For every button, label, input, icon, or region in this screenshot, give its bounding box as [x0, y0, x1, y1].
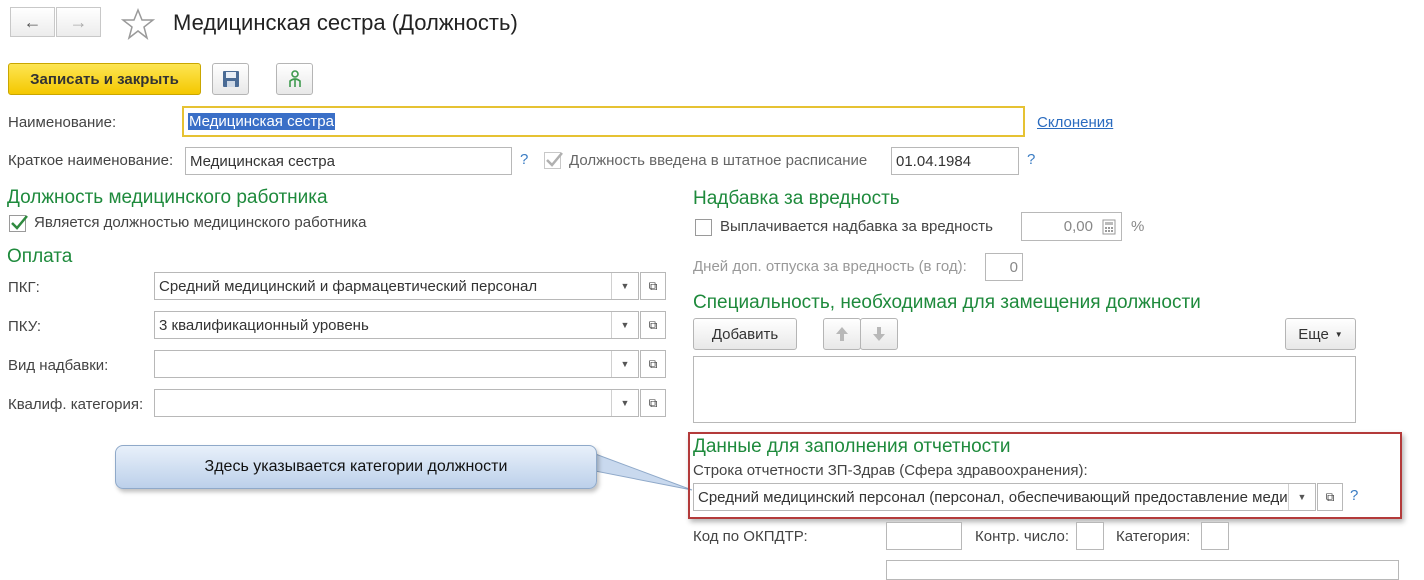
hazard-checkbox[interactable]: [695, 219, 712, 236]
back-button[interactable]: ←: [10, 7, 55, 37]
hazard-days-label: Дней доп. отпуска за вредность (в год):: [693, 258, 967, 275]
checkmark-icon: [546, 152, 563, 167]
pku-label: ПКУ:: [8, 318, 42, 335]
staff-schedule-label: Должность введена в штатное расписание: [569, 152, 868, 169]
report-help-icon[interactable]: ?: [1350, 487, 1358, 504]
open-window-icon: ⧉: [648, 395, 658, 410]
open-window-icon: ⧉: [648, 278, 658, 293]
dropdown-arrow-icon[interactable]: ▼: [611, 312, 638, 338]
dropdown-arrow-icon[interactable]: ▼: [1288, 484, 1315, 510]
arrow-down-icon: [873, 327, 885, 341]
allowance-type-open-button[interactable]: ⧉: [640, 350, 666, 378]
page-title: Медицинская сестра (Должность): [173, 10, 518, 35]
structure-icon: [288, 70, 301, 87]
dropdown-arrow-icon: ▼: [1334, 329, 1343, 339]
more-label: Еще: [1298, 325, 1329, 343]
control-number-label: Контр. число:: [975, 528, 1070, 545]
move-down-button[interactable]: [860, 318, 898, 350]
short-name-label: Краткое наименование:: [8, 152, 174, 169]
name-input[interactable]: Медицинская сестра: [182, 106, 1025, 137]
percent-label: %: [1131, 218, 1145, 235]
dropdown-arrow-icon[interactable]: ▼: [611, 351, 638, 377]
medical-heading: Должность медицинского работника: [7, 187, 328, 208]
category-input[interactable]: [1201, 522, 1229, 550]
save-and-close-button[interactable]: Записать и закрыть: [8, 63, 201, 95]
pku-open-button[interactable]: ⧉: [640, 311, 666, 339]
callout-text: Здесь указывается категории должности: [204, 458, 508, 475]
category-label: Категория:: [1116, 528, 1191, 545]
name-label: Наименование:: [8, 114, 117, 131]
pkg-label: ПКГ:: [8, 279, 40, 296]
arrow-left-icon: ←: [23, 11, 42, 32]
allowance-type-label: Вид надбавки:: [8, 357, 109, 374]
floppy-icon: [222, 71, 239, 87]
control-number-input[interactable]: [1076, 522, 1104, 550]
report-row-label: Строка отчетности ЗП-Здрав (Сфера здраво…: [693, 462, 1088, 479]
report-row-value: Средний медицинский персонал (персонал, …: [698, 488, 1288, 506]
callout-pointer: [589, 451, 693, 491]
open-window-icon: ⧉: [648, 356, 658, 371]
qual-category-label: Квалиф. категория:: [8, 396, 144, 413]
pkg-value: Средний медицинский и фармацевтический п…: [159, 277, 538, 295]
qual-category-open-button[interactable]: ⧉: [640, 389, 666, 417]
allowance-type-select[interactable]: ▼: [154, 350, 639, 378]
staff-schedule-date-input[interactable]: 01.04.1984: [891, 147, 1019, 175]
okpdtr-label: Код по ОКПДТР:: [693, 528, 808, 545]
declensions-link[interactable]: Склонения: [1037, 114, 1113, 131]
specialty-heading: Специальность, необходимая для замещения…: [693, 292, 1201, 313]
checkmark-icon: [11, 215, 28, 230]
specialty-table[interactable]: [693, 356, 1356, 423]
report-row-select[interactable]: Средний медицинский персонал (персонал, …: [693, 483, 1316, 511]
medical-worker-label: Является должностью медицинского работни…: [34, 214, 367, 231]
open-window-icon: ⧉: [648, 317, 658, 332]
arrow-up-icon: [836, 327, 848, 341]
hazard-amount-value: 0,00: [1063, 218, 1093, 235]
payment-heading: Оплата: [7, 246, 73, 267]
dropdown-arrow-icon[interactable]: ▼: [611, 390, 638, 416]
add-specialty-button[interactable]: Добавить: [693, 318, 797, 350]
short-name-input[interactable]: Медицинская сестра: [185, 147, 512, 175]
report-heading: Данные для заполнения отчетности: [693, 436, 1011, 457]
pku-value: 3 квалификационный уровень: [159, 316, 369, 334]
short-name-help-icon[interactable]: ?: [520, 151, 528, 168]
hazard-days-input[interactable]: 0: [985, 253, 1023, 281]
staff-schedule-help-icon[interactable]: ?: [1027, 151, 1035, 168]
okpdtr-name-field[interactable]: [886, 560, 1399, 580]
favorite-star-icon[interactable]: [120, 7, 156, 44]
save-button[interactable]: [212, 63, 249, 95]
pku-select[interactable]: 3 квалификационный уровень ▼: [154, 311, 639, 339]
structure-button[interactable]: [276, 63, 313, 95]
hazard-checkbox-label: Выплачивается надбавка за вредность: [720, 218, 993, 235]
hazard-heading: Надбавка за вредность: [693, 188, 900, 209]
callout-box: Здесь указывается категории должности: [115, 445, 597, 489]
forward-button[interactable]: →: [56, 7, 101, 37]
name-value: Медицинская сестра: [188, 113, 335, 130]
staff-schedule-checkbox[interactable]: [544, 152, 563, 169]
medical-worker-checkbox[interactable]: [9, 215, 28, 232]
arrow-right-icon: →: [69, 11, 88, 32]
move-up-button[interactable]: [823, 318, 861, 350]
calculator-icon[interactable]: [1100, 216, 1118, 238]
pkg-open-button[interactable]: ⧉: [640, 272, 666, 300]
more-button[interactable]: Еще ▼: [1285, 318, 1356, 350]
pkg-select[interactable]: Средний медицинский и фармацевтический п…: [154, 272, 639, 300]
okpdtr-input[interactable]: [886, 522, 962, 550]
dropdown-arrow-icon[interactable]: ▼: [611, 273, 638, 299]
qual-category-select[interactable]: ▼: [154, 389, 639, 417]
report-row-open-button[interactable]: ⧉: [1317, 483, 1343, 511]
open-window-icon: ⧉: [1325, 489, 1335, 504]
